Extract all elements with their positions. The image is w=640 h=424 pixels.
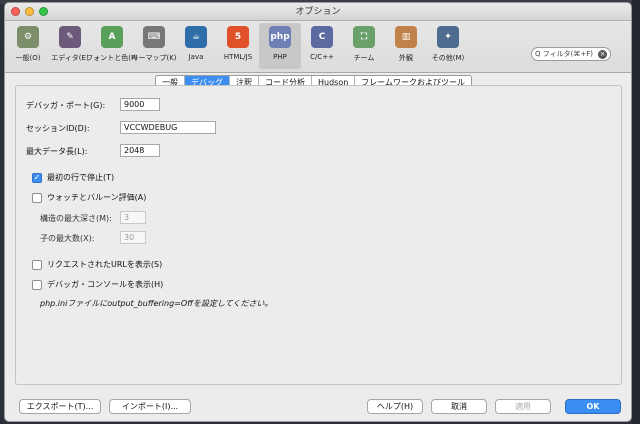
toolbar-item-label: チーム [353,54,375,62]
debugger-port-input[interactable]: 9000 [120,98,160,111]
help-button[interactable]: ヘルプ(H) [367,399,423,414]
background-app-edge [632,0,640,424]
toolbar-item-fonts-colors[interactable]: A フォントと色(F) [86,23,138,69]
team-icon: ⛶ [353,26,375,48]
toolbar-item-general-settings[interactable]: ⚙ 一般(O) [7,23,49,69]
import-button[interactable]: インポート(I)... [109,399,191,414]
toolbar-item-label: その他(M) [431,54,465,62]
close-window-icon[interactable] [11,7,20,16]
cpp-icon: C [311,26,333,48]
max-data-input[interactable]: 2048 [120,144,160,157]
apply-button[interactable]: 適用 [495,399,551,414]
toolbar-item-java[interactable]: ☕ Java [175,23,217,69]
fonts-colors-icon: A [101,26,123,48]
cancel-button[interactable]: 取消 [431,399,487,414]
minimize-window-icon[interactable] [25,7,34,16]
php-settings-content: 一般 デバッグ 注釈 コード分析 Hudson フレームワークおよびツール デバッガ・ポー… [5,75,631,421]
toolbar-item-label: エディタ(E) [51,54,89,62]
toolbar-item-label: フォントと色(F) [86,54,138,62]
toolbar-item-label: Java [188,53,204,61]
java-icon: ☕ [185,26,207,48]
category-toolbar: ⚙ 一般(O) ✎ エディタ(E) A フォントと色(F) ⌨ キーマップ(K) ☕ Java 5 H… [5,21,631,73]
window-controls [11,7,48,16]
toolbar-item-label: キーマップ(K) [131,54,177,62]
toolbar-item-php[interactable]: php PHP [259,23,301,69]
max-children-row: 子の最大数(X): [40,233,94,244]
php-ini-note: php.iniファイルにoutput_buffering=Offを設定してくださ… [40,299,273,308]
filter-search-box[interactable]: Q フィルタ(⌘+F) × [531,47,611,61]
toolbar-item-appearance[interactable]: ▥ 外観 [385,23,427,69]
stop-first-line-checkbox[interactable]: ✓ [32,172,42,183]
max-data-row: 最大データ長(L): [26,146,87,157]
general-settings-icon: ⚙ [17,26,39,48]
session-id-label: セッションID(D): [26,124,90,133]
toolbar-item-label: 一般(O) [15,54,41,62]
keymap-icon: ⌨ [143,26,165,48]
ok-button[interactable]: OK [565,399,621,414]
toolbar-item-label: PHP [273,53,287,61]
toolbar-item-team[interactable]: ⛶ チーム [343,23,385,69]
show-debugger-console-checkbox[interactable] [32,279,42,290]
toolbar-item-label: C/C++ [310,53,334,61]
show-request-url-row[interactable]: リクエストされたURLを表示(S) [32,259,162,270]
filter-search-input[interactable]: Q フィルタ(⌘+F) [535,49,593,59]
editor-icon: ✎ [59,26,81,48]
session-id-input[interactable]: VCCWDEBUG [120,121,216,134]
watch-balloon-checkbox[interactable] [32,192,42,203]
watch-balloon-row[interactable]: ウォッチとバルーン評価(A) [32,192,146,203]
debugger-port-label: デバッガ・ポート(G): [26,101,106,110]
watch-balloon-label: ウォッチとバルーン評価(A) [47,193,147,202]
export-button[interactable]: エクスポート(T)... [19,399,101,414]
show-request-url-checkbox[interactable] [32,259,42,270]
stop-first-line-label: 最初の行で停止(T) [47,173,115,182]
toolbar-item-editor[interactable]: ✎ エディタ(E) [49,23,91,69]
toolbar-item-keymap[interactable]: ⌨ キーマップ(K) [131,23,177,69]
debug-settings-panel: デバッガ・ポート(G): 9000 セッションID(D): VCCWDEBUG … [15,85,622,385]
max-data-label: 最大データ長(L): [26,147,88,156]
max-depth-input[interactable]: 3 [120,211,146,224]
window-title: オプション [295,7,341,17]
toolbar-item-html5[interactable]: 5 HTML/JS [217,23,259,69]
toolbar-item-cpp[interactable]: C C/C++ [301,23,343,69]
max-depth-row: 構造の最大深さ(M): [40,213,112,224]
options-dialog: オプション ⚙ 一般(O) ✎ エディタ(E) A フォントと色(F) ⌨ キーマップ(K) ☕… [4,2,632,422]
show-debugger-console-row[interactable]: デバッガ・コンソールを表示(H) [32,279,163,290]
html5-icon: 5 [227,26,249,48]
show-debugger-console-label: デバッガ・コンソールを表示(H) [47,280,164,289]
toolbar-item-label: HTML/JS [223,53,253,61]
max-depth-label: 構造の最大深さ(M): [40,214,112,223]
stop-first-line-row[interactable]: ✓ 最初の行で停止(T) [32,172,114,183]
clear-search-icon[interactable]: × [598,49,607,59]
max-children-label: 子の最大数(X): [40,234,95,243]
debugger-port-row: デバッガ・ポート(G): [26,100,105,111]
zoom-window-icon[interactable] [39,7,48,16]
max-children-input[interactable]: 30 [120,231,146,244]
appearance-icon: ▥ [395,26,417,48]
session-id-row: セッションID(D): [26,123,90,134]
title-bar: オプション [5,3,631,21]
php-icon: php [269,26,291,48]
toolbar-item-misc[interactable]: ✦ その他(M) [427,23,469,69]
show-request-url-label: リクエストされたURLを表示(S) [47,260,163,269]
misc-icon: ✦ [437,26,459,48]
toolbar-item-label: 外観 [399,54,413,62]
